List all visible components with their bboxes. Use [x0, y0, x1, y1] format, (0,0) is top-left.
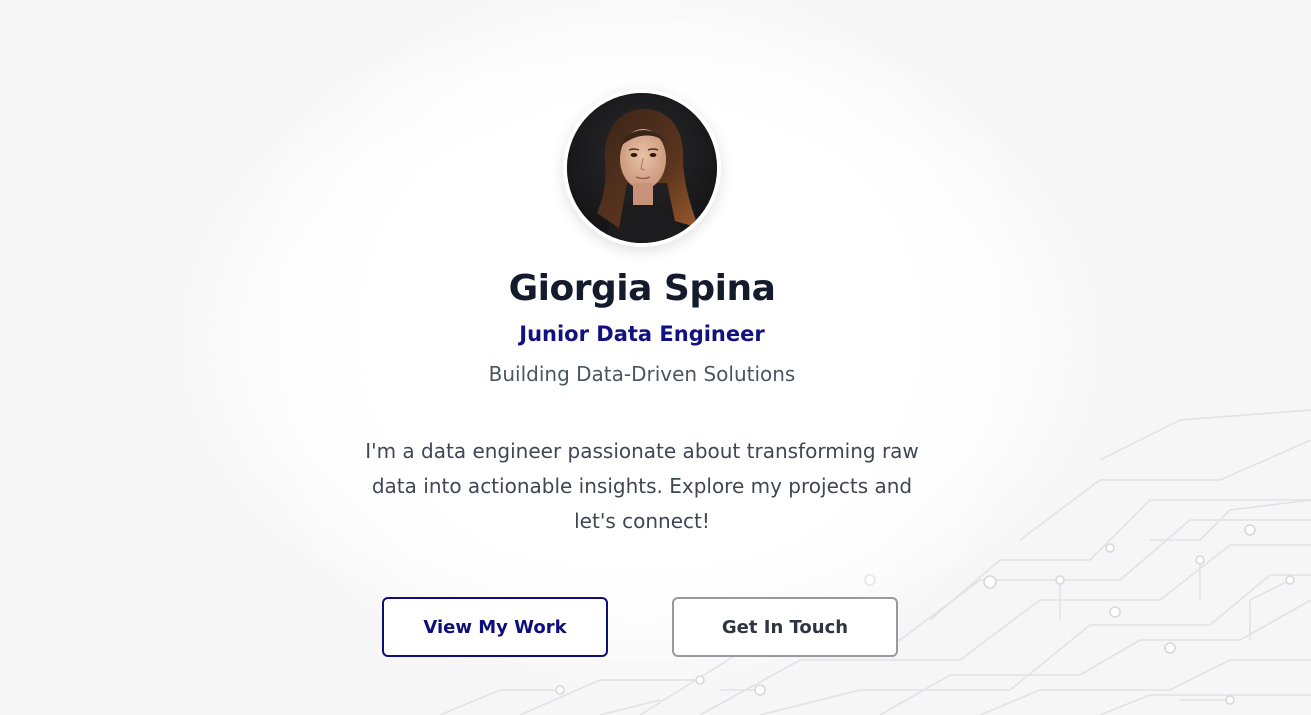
avatar [563, 89, 721, 247]
profile-name: Giorgia Spina [508, 268, 776, 309]
profile-photo [567, 93, 717, 243]
profile-role: Junior Data Engineer [519, 322, 765, 346]
hero-page: Giorgia Spina Junior Data Engineer Build… [0, 0, 1311, 715]
get-in-touch-button[interactable]: Get In Touch [672, 597, 898, 657]
profile-tagline: Building Data-Driven Solutions [488, 362, 796, 386]
view-my-work-button[interactable]: View My Work [382, 597, 608, 657]
hero-section: Giorgia Spina Junior Data Engineer Build… [0, 0, 1311, 715]
profile-bio: I'm a data engineer passionate about tra… [365, 439, 919, 533]
